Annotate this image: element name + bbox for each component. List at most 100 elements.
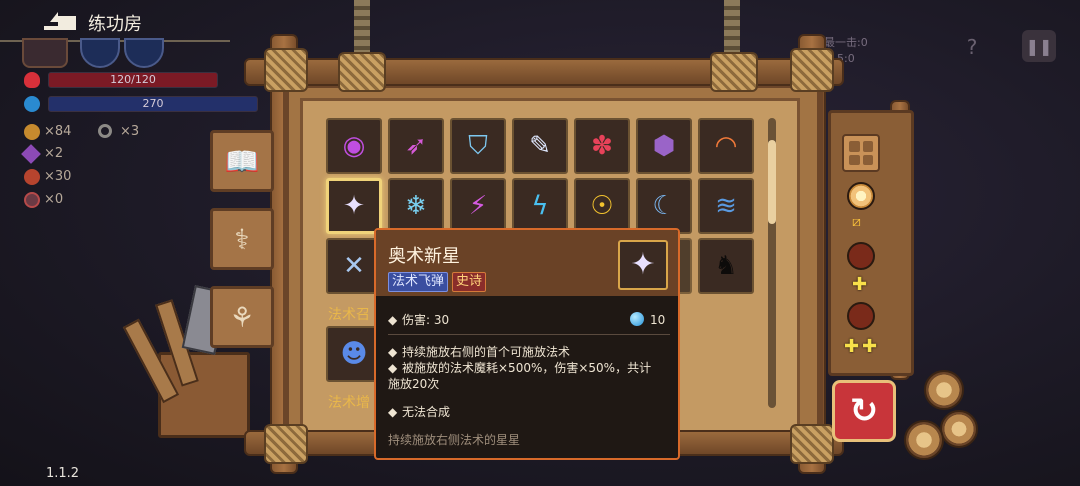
rainbow-icon: ◠ xyxy=(714,131,738,161)
weapon-slot-3[interactable] xyxy=(124,38,164,68)
purple-orb-icon: ◉ xyxy=(342,131,366,161)
arcane-star-icon: ✦ xyxy=(343,191,365,221)
arcane-star-icon: ✦ xyxy=(630,247,656,282)
spell-slot[interactable]: ☉ xyxy=(574,178,630,234)
hp-text: 120/120 xyxy=(110,73,156,86)
blue-ghost-icon: ☻ xyxy=(340,339,368,369)
pause-button[interactable]: ❚❚ xyxy=(1022,30,1056,62)
rope-knot xyxy=(790,424,834,464)
help-icon: ? xyxy=(966,35,978,59)
tab-spellbook[interactable]: 📖 xyxy=(210,130,274,192)
chain xyxy=(724,0,740,60)
desc-bullet: ◆ xyxy=(388,361,398,375)
desc-line-3: 施放20次 xyxy=(388,377,440,391)
book-icon: 📖 xyxy=(224,144,260,178)
gem-icon xyxy=(21,144,41,164)
spell-slot[interactable]: ◠ xyxy=(698,118,754,174)
spell-slot[interactable]: ✦ xyxy=(326,178,382,234)
log-end xyxy=(924,370,964,410)
link-icon: ⧄ xyxy=(852,214,861,230)
tooltip-spell-icon: ✦ xyxy=(618,240,668,290)
shadow-beast-icon: ♞ xyxy=(714,251,738,281)
plus-icon: ✚ xyxy=(852,274,868,295)
crystal-bolt-icon: ✎ xyxy=(529,131,551,161)
blue-lightning-icon: ϟ xyxy=(531,191,549,221)
gem-count: ×2 xyxy=(44,146,64,161)
spell-row-1: ◉ ➶ ⛉ ✎ ✽ ⬢ ◠ xyxy=(326,118,756,174)
key-icon xyxy=(98,124,112,138)
back-button[interactable] xyxy=(40,8,80,34)
spell-type-tag: 法术飞弹 xyxy=(388,272,449,292)
scroll-icon: ⚘ xyxy=(229,300,255,334)
spell-slot[interactable]: ϟ xyxy=(512,178,568,234)
version-label: 1.1.2 xyxy=(46,466,80,481)
wand-slot-3[interactable] xyxy=(847,302,875,330)
inventory-grid-button[interactable] xyxy=(842,134,880,172)
spell-slot[interactable]: ☾ xyxy=(636,178,692,234)
spell-slot[interactable]: ✽ xyxy=(574,118,630,174)
spell-name: 奥术新星 xyxy=(388,246,460,267)
blue-slash-icon: ☾ xyxy=(652,191,676,221)
spell-slot[interactable]: ◉ xyxy=(326,118,382,174)
red-slime-icon: ✽ xyxy=(591,131,613,161)
craft-note: 无法合成 xyxy=(402,405,451,419)
bomb-count: ×30 xyxy=(44,169,72,184)
section-label-summon: 法术召 xyxy=(328,307,370,323)
log-end xyxy=(940,410,978,448)
spell-slot[interactable]: ≋ xyxy=(698,178,754,234)
weapon-slot-2[interactable] xyxy=(80,38,120,68)
spell-slot[interactable]: ♞ xyxy=(698,238,754,294)
rope-knot xyxy=(264,424,308,464)
mana-cost-icon xyxy=(630,312,644,326)
spell-rarity-tag: 史诗 xyxy=(452,272,487,292)
hp-bar: 120/120 xyxy=(48,72,218,88)
reset-button[interactable]: ↻ xyxy=(832,380,896,442)
coin-count: ×84 xyxy=(44,124,72,139)
help-button[interactable]: ? xyxy=(956,32,988,62)
spell-tooltip: 奥术新星 法术飞弹 史诗 ✦ ◆ 伤害: 30 10 ◆ 持续施放右侧的首个可施… xyxy=(374,228,680,460)
spell-slot[interactable]: ⛉ xyxy=(450,118,506,174)
damage-bullet: ◆ xyxy=(388,313,398,327)
rope-knot xyxy=(338,52,386,92)
bomb-icon xyxy=(24,169,40,185)
rope-knot xyxy=(710,52,758,92)
blue-wave-icon: ≋ xyxy=(715,191,737,221)
weapon-slot-1[interactable] xyxy=(22,38,68,68)
spell-slot[interactable]: ✎ xyxy=(512,118,568,174)
spell-slot[interactable]: ⬢ xyxy=(636,118,692,174)
gold-coin-spell-icon: ☉ xyxy=(590,191,614,221)
spell-slot[interactable]: ➶ xyxy=(388,118,444,174)
mana-cost: 10 xyxy=(650,313,666,327)
note-bullet: ◆ xyxy=(388,405,398,419)
scrollbar-thumb[interactable] xyxy=(768,140,776,224)
wand-slot-2[interactable] xyxy=(847,242,875,270)
page-title: 练功房 xyxy=(88,14,142,35)
desc-line-2: 被施放的法术魔耗×500%，伤害×50%，共计 xyxy=(402,361,652,375)
desc-bullet: ◆ xyxy=(388,345,398,359)
tab-scroll[interactable]: ⚘ xyxy=(210,286,274,348)
mp-bar: 270 xyxy=(48,96,258,112)
log-end xyxy=(904,420,944,460)
plus-icon: ✚ xyxy=(844,336,860,357)
spell-row-2: ✦ ❄ ⚡ ϟ ☉ ☾ ≋ xyxy=(326,178,756,234)
key-count: ×3 xyxy=(120,124,140,139)
tab-staff[interactable]: ⚕ xyxy=(210,208,274,270)
wand-slot-1[interactable] xyxy=(847,182,875,210)
ice-shard-icon: ❄ xyxy=(405,191,427,221)
refresh-icon: ↻ xyxy=(849,391,879,431)
rope-knot xyxy=(790,48,834,92)
desc-line-1: 持续施放右侧的首个可施放法术 xyxy=(402,345,571,359)
pause-icon: ❚❚ xyxy=(1025,36,1053,56)
flavor-text: 持续施放右侧法术的星星 xyxy=(388,433,521,447)
arrow-spell-icon: ➶ xyxy=(405,131,427,161)
mana-icon xyxy=(24,96,40,112)
skull-icon xyxy=(24,192,40,208)
tooltip-divider xyxy=(388,334,670,335)
mp-text: 270 xyxy=(142,97,164,110)
snake-spell-icon: ⛉ xyxy=(468,131,488,161)
coin-icon xyxy=(24,124,40,140)
chain xyxy=(354,0,370,60)
plus-icon: ✚ xyxy=(862,336,878,357)
spell-slot[interactable]: ⚡ xyxy=(450,178,506,234)
spell-slot[interactable]: ❄ xyxy=(388,178,444,234)
